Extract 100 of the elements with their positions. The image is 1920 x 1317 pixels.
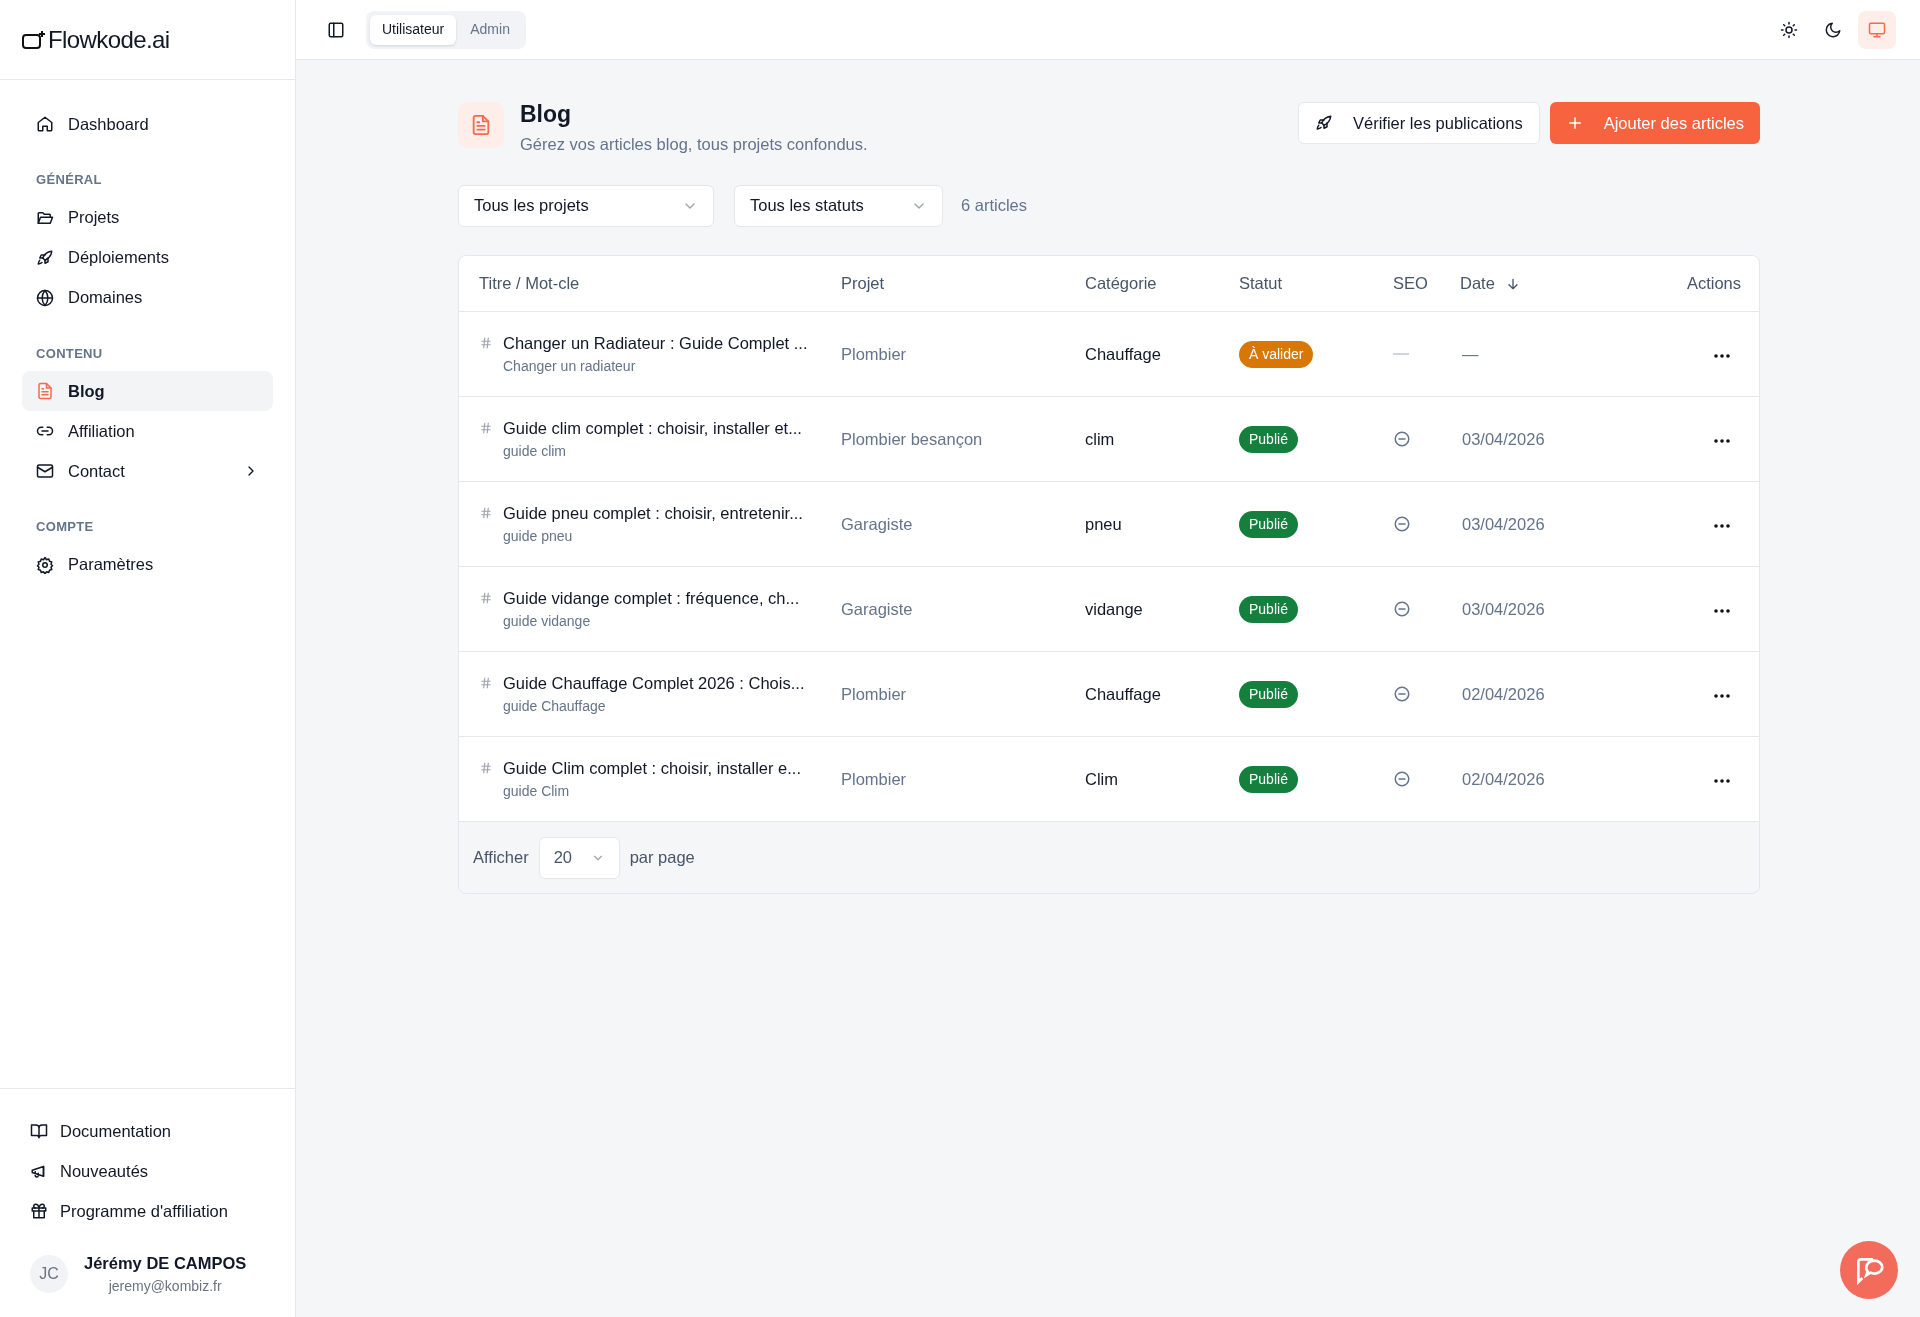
- hash-icon: [479, 505, 493, 520]
- role-tab[interactable]: Utilisateur: [370, 14, 457, 45]
- hash-icon: [479, 420, 493, 435]
- table-row[interactable]: Guide pneu complet : choisir, entretenir... guide pneu Garagiste pneu Publié 03/04/2026: [459, 481, 1759, 567]
- article-title: Changer un Radiateur : Guide Complet ...: [503, 332, 808, 354]
- section-heading: COMPTE: [35, 518, 95, 536]
- sidebar-item[interactable]: Déploiements: [22, 237, 273, 278]
- more-actions-button[interactable]: [1713, 523, 1731, 530]
- more-actions-button[interactable]: [1713, 693, 1731, 700]
- footer-link[interactable]: Documentation: [30, 1111, 265, 1152]
- status-badge: Publié: [1239, 425, 1298, 453]
- article-date: 03/04/2026: [1462, 429, 1545, 448]
- user-name: Jérémy DE CAMPOS: [84, 1253, 247, 1275]
- column-header: Projet: [841, 273, 885, 295]
- category-name: clim: [1085, 429, 1115, 448]
- sun-icon: [1780, 20, 1798, 39]
- sidebar-icon: [327, 20, 345, 39]
- book-icon: [30, 1122, 48, 1141]
- sidebar-item[interactable]: Projets: [22, 197, 273, 238]
- article-title: Guide pneu complet : choisir, entretenir...: [503, 502, 803, 524]
- column-header: Statut: [1239, 273, 1283, 295]
- sidebar-item[interactable]: Paramètres: [22, 544, 273, 585]
- sidebar-item[interactable]: Blog: [22, 371, 273, 411]
- project-name: Garagiste: [841, 514, 913, 533]
- column-header[interactable]: Date: [1460, 271, 1495, 296]
- status-badge: Publié: [1239, 595, 1298, 623]
- show-label: Afficher: [473, 847, 529, 869]
- article-date: 02/04/2026: [1462, 684, 1545, 703]
- filter-dropdown[interactable]: Tous les statuts: [734, 184, 943, 227]
- column-header: Catégorie: [1085, 273, 1157, 295]
- document-icon: [470, 114, 492, 136]
- sidebar-item[interactable]: Domaines: [22, 277, 273, 318]
- system-theme-button[interactable]: [1858, 10, 1896, 49]
- article-count: 6 articles: [961, 195, 1028, 217]
- sidebar-item[interactable]: Contact: [22, 451, 273, 491]
- status-badge: À valider: [1239, 340, 1314, 368]
- per-page-label: par page: [629, 847, 695, 869]
- article-keyword: guide clim: [503, 441, 568, 461]
- article-keyword: Changer un radiateur: [503, 356, 637, 376]
- table-row[interactable]: Guide clim complet : choisir, installer et... guide clim Plombier besançon clim Publié 03/04/2026: [459, 396, 1759, 482]
- project-name: Garagiste: [841, 599, 913, 618]
- footer-link[interactable]: Nouveautés: [30, 1151, 265, 1192]
- rocket-icon: [1315, 114, 1333, 132]
- sidebar-item[interactable]: Affiliation: [22, 411, 273, 451]
- article-keyword: guide pneu: [503, 526, 574, 546]
- article-keyword: guide vidange: [503, 611, 592, 631]
- status-badge: Publié: [1239, 510, 1298, 538]
- article-date: 03/04/2026: [1462, 599, 1545, 618]
- category-name: Chauffage: [1085, 344, 1161, 363]
- rocket-icon: [36, 248, 54, 267]
- article-title: Guide clim complet : choisir, installer et...: [503, 417, 802, 439]
- page-size-dropdown[interactable]: 20: [538, 836, 620, 879]
- footer-link[interactable]: Programme d'affiliation: [30, 1191, 265, 1232]
- status-badge: Publié: [1239, 680, 1298, 708]
- article-date: 02/04/2026: [1462, 769, 1545, 788]
- article-date: —: [1462, 344, 1479, 363]
- article-keyword: guide Chauffage: [503, 696, 607, 716]
- moon-icon: [1824, 20, 1842, 39]
- chat-button[interactable]: [1840, 1241, 1898, 1299]
- verify-button[interactable]: Vérifier les publications: [1298, 102, 1540, 144]
- column-header: Actions: [1686, 273, 1741, 295]
- filter-dropdown[interactable]: Tous les projets: [458, 184, 714, 227]
- table-row[interactable]: Guide vidange complet : fréquence, ch... guide vidange Garagiste vidange Publié 03/04/2026: [459, 566, 1759, 652]
- section-heading: GÉNÉRAL: [35, 171, 103, 189]
- sidebar-item[interactable]: Dashboard: [22, 104, 273, 144]
- section-heading: CONTENU: [35, 344, 104, 363]
- more-actions-button[interactable]: [1713, 438, 1731, 445]
- project-name: Plombier: [841, 684, 907, 703]
- article-title: Guide Clim complet : choisir, installer e...: [503, 757, 802, 779]
- category-name: Clim: [1085, 769, 1118, 788]
- role-tab[interactable]: Admin: [458, 14, 522, 45]
- article-date: 03/04/2026: [1462, 514, 1545, 533]
- logo-icon: [22, 29, 46, 50]
- column-header: Titre / Mot-cle: [479, 273, 580, 295]
- category-name: pneu: [1085, 514, 1122, 533]
- category-name: Chauffage: [1085, 684, 1161, 703]
- table-row[interactable]: Changer un Radiateur : Guide Complet ... Changer un radiateur Plombier Chauffage À valider —: [459, 311, 1759, 397]
- user-avatar: JC: [30, 1255, 68, 1294]
- page-subtitle: Gérez vos articles blog, tous projets confondus.: [520, 134, 869, 155]
- page-title: Blog: [520, 100, 573, 128]
- hash-icon: [479, 675, 493, 690]
- hash-icon: [479, 760, 493, 775]
- project-name: Plombier besançon: [841, 429, 983, 448]
- project-name: Plombier: [841, 344, 907, 363]
- mail-icon: [36, 462, 54, 480]
- article-title: Guide vidange complet : fréquence, ch...: [503, 587, 800, 609]
- more-actions-button[interactable]: [1713, 778, 1731, 785]
- settings-icon: [36, 555, 54, 574]
- project-name: Plombier: [841, 769, 907, 788]
- article-title: Guide Chauffage Complet 2026 : Chois...: [503, 672, 805, 694]
- globe-icon: [36, 288, 54, 307]
- more-actions-button[interactable]: [1713, 353, 1731, 360]
- home-icon: [36, 115, 54, 133]
- more-actions-button[interactable]: [1713, 608, 1731, 615]
- column-header: SEO: [1393, 273, 1428, 295]
- table-row[interactable]: Guide Clim complet : choisir, installer e... guide Clim Plombier Clim Publié 02/04/2026: [459, 736, 1759, 822]
- document-icon: [36, 382, 54, 400]
- table-row[interactable]: Guide Chauffage Complet 2026 : Chois... guide Chauffage Plombier Chauffage Publié 02/04/2026: [459, 651, 1759, 737]
- hash-icon: [479, 335, 493, 350]
- article-keyword: guide Clim: [503, 781, 571, 801]
